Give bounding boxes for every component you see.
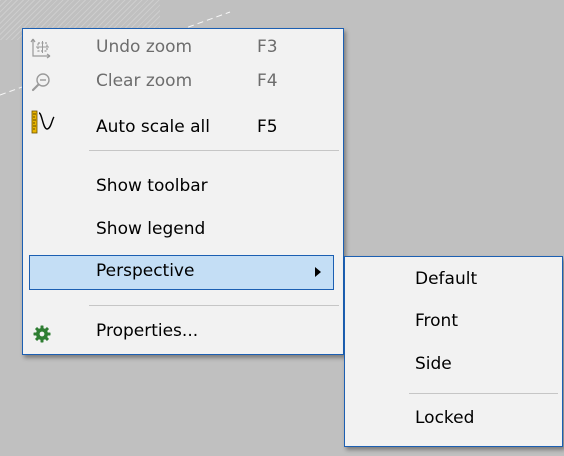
menu-item-label: Properties...: [96, 321, 199, 341]
menu-item-label: Clear zoom: [96, 71, 193, 91]
menu-item-show-legend[interactable]: Show legend: [25, 215, 341, 249]
menu-item-label: Perspective: [96, 261, 195, 281]
menu-item-auto-scale-all[interactable]: Auto scale all F5: [25, 110, 341, 147]
undo-zoom-icon: [30, 37, 52, 59]
submenu-item-label: Side: [415, 354, 452, 374]
menu-item-show-toolbar[interactable]: Show toolbar: [25, 172, 341, 206]
submenu-item-locked[interactable]: Locked: [347, 400, 560, 436]
menu-item-label: Undo zoom: [96, 37, 193, 57]
submenu-separator: [409, 393, 558, 394]
menu-separator: [89, 150, 339, 151]
submenu-item-label: Locked: [415, 408, 475, 428]
menu-item-label: Auto scale all: [96, 117, 210, 137]
menu-item-undo-zoom[interactable]: Undo zoom F3: [25, 31, 341, 65]
context-menu: Undo zoom F3 Clear zoom F4 Auto scale al…: [22, 28, 344, 355]
submenu-item-label: Default: [415, 269, 478, 289]
menu-item-shortcut: F4: [257, 71, 278, 91]
submenu-arrow-icon: [315, 267, 321, 277]
gear-icon: [33, 325, 51, 343]
perspective-submenu: Default Front Side Locked: [344, 256, 563, 447]
menu-separator: [89, 305, 339, 306]
submenu-item-side[interactable]: Side: [347, 346, 560, 382]
submenu-item-front[interactable]: Front: [347, 303, 560, 339]
submenu-item-label: Front: [415, 311, 458, 331]
menu-item-shortcut: F5: [257, 117, 278, 137]
menu-item-properties[interactable]: Properties...: [25, 317, 341, 351]
menu-item-perspective[interactable]: Perspective: [29, 255, 334, 290]
menu-item-label: Show legend: [96, 219, 206, 239]
menu-item-label: Show toolbar: [96, 176, 208, 196]
menu-item-clear-zoom[interactable]: Clear zoom F4: [25, 65, 341, 99]
clear-zoom-icon: [30, 71, 52, 93]
auto-scale-icon: [30, 109, 56, 135]
menu-item-shortcut: F3: [257, 37, 278, 57]
submenu-item-default[interactable]: Default: [347, 261, 560, 297]
